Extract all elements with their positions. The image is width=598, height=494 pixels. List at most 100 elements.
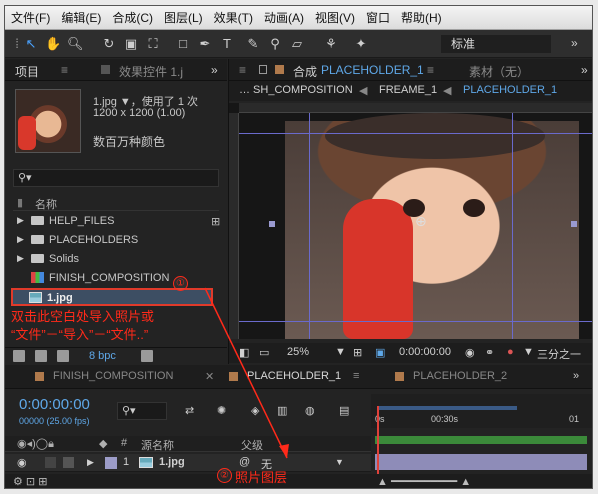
expand-icon[interactable]: ▶ bbox=[17, 215, 24, 226]
selection-tool-icon[interactable]: ↖ bbox=[23, 36, 39, 52]
motion-blur-icon[interactable]: ◍ bbox=[305, 404, 315, 417]
pen-tool-icon[interactable]: ✒ bbox=[197, 36, 213, 52]
tab-placeholder-2[interactable]: PLACEHOLDER_2 bbox=[395, 370, 507, 382]
close-icon[interactable]: ✕ bbox=[205, 370, 214, 383]
panel-menu-icon[interactable]: ≡ bbox=[353, 370, 359, 382]
composition-photo[interactable] bbox=[285, 113, 579, 339]
panel-menu-icon[interactable]: ≡ bbox=[239, 63, 246, 77]
zoom-tool-icon[interactable]: 🔍︎ bbox=[67, 36, 84, 52]
transform-handle[interactable] bbox=[269, 221, 275, 227]
show-snapshot-icon[interactable]: ⚭ bbox=[485, 346, 494, 359]
workspace-select[interactable]: 标准 bbox=[441, 35, 551, 53]
menu-edit[interactable]: 编辑(E) bbox=[61, 9, 101, 26]
project-item-solids[interactable]: ▶ Solids bbox=[13, 250, 213, 268]
eye-icon[interactable]: ◉ bbox=[17, 456, 27, 469]
panel-menu-icon[interactable]: ≡ bbox=[61, 63, 68, 77]
expand-icon[interactable]: ▶ bbox=[17, 253, 24, 264]
channel-icon[interactable]: ● bbox=[507, 346, 514, 358]
time-ruler[interactable]: 0s 00:30s 01 bbox=[371, 394, 592, 428]
col-source-name[interactable]: 源名称 bbox=[141, 437, 174, 453]
menu-view[interactable]: 视图(V) bbox=[315, 9, 355, 26]
zoom-select[interactable]: 25% bbox=[287, 346, 309, 358]
anchor-point-icon[interactable]: ⊕ bbox=[415, 213, 427, 230]
camera-tool-icon[interactable]: ▣ bbox=[123, 36, 139, 52]
puppet-pin-tool-icon[interactable]: ✦ bbox=[353, 36, 369, 52]
panel-menu-icon[interactable]: ≡ bbox=[427, 63, 434, 77]
interpret-footage-icon[interactable] bbox=[13, 350, 25, 362]
new-composition-icon[interactable] bbox=[57, 350, 69, 362]
menu-window[interactable]: 窗口 bbox=[366, 9, 390, 26]
comp-mini-flowchart-icon[interactable]: ⇄ bbox=[185, 404, 194, 417]
toolbar-overflow-icon[interactable]: » bbox=[571, 36, 578, 50]
crumb-finish-composition[interactable]: … SH_COMPOSITION bbox=[239, 84, 353, 96]
shy-layers-icon[interactable]: ◈ bbox=[251, 404, 259, 417]
resolution-select[interactable]: 三分之一 bbox=[537, 346, 581, 362]
text-tool-icon[interactable]: T bbox=[219, 36, 235, 52]
composition-viewer[interactable]: ⊕ bbox=[229, 103, 592, 339]
guide-line[interactable] bbox=[512, 113, 513, 339]
timeline-timecode[interactable]: 0:00:00:00 bbox=[19, 396, 90, 413]
crumb-freame-1[interactable]: FREAME_1 bbox=[379, 84, 437, 96]
tab-project[interactable]: 项目 bbox=[15, 63, 39, 80]
new-folder-icon[interactable] bbox=[35, 350, 47, 362]
col-parent[interactable]: 父级 bbox=[241, 437, 263, 453]
work-area-bar[interactable] bbox=[377, 406, 517, 410]
snapshot-icon[interactable]: ◉ bbox=[465, 346, 475, 359]
rotate-tool-icon[interactable]: ↻ bbox=[101, 36, 117, 52]
delete-icon[interactable] bbox=[141, 350, 153, 362]
roto-brush-tool-icon[interactable]: ⚘ bbox=[323, 36, 339, 52]
zoom-slider[interactable]: ▲ ━━━━━━━━━━ ▲ bbox=[377, 475, 471, 488]
av-features-icon[interactable]: ◉◂)◯🔒︎ bbox=[17, 437, 54, 451]
menu-composition[interactable]: 合成(C) bbox=[112, 9, 153, 26]
hand-tool-icon[interactable]: ✋ bbox=[45, 36, 61, 52]
layer-row[interactable]: ◉ ▶ 1 1.jpg @ 无 ▼ bbox=[5, 454, 371, 472]
tabs-overflow-icon[interactable]: » bbox=[573, 370, 579, 382]
timeline-search-input[interactable]: ⚲▾ bbox=[117, 402, 167, 420]
magnify-toggle-icon[interactable]: ◧ bbox=[239, 346, 249, 359]
project-search-input[interactable]: ⚲▾ bbox=[13, 169, 219, 187]
guide-line[interactable] bbox=[239, 321, 592, 322]
draft-3d-icon[interactable]: ✺ bbox=[217, 404, 226, 417]
tab-footage[interactable]: 素材（无） bbox=[469, 63, 529, 80]
tab-effect-controls[interactable]: 效果控件 1.j bbox=[119, 63, 183, 80]
label-icon[interactable]: ◆ bbox=[99, 437, 107, 450]
lock-icon[interactable] bbox=[259, 65, 267, 74]
layer-name[interactable]: 1.jpg bbox=[159, 456, 185, 468]
region-of-interest-icon[interactable]: ▣ bbox=[375, 346, 385, 359]
graph-editor-icon[interactable]: ▤ bbox=[339, 404, 349, 417]
guide-line[interactable] bbox=[309, 113, 310, 339]
label-color-swatch[interactable] bbox=[63, 457, 74, 468]
composition-tab-label[interactable]: 合成 bbox=[293, 63, 317, 80]
chevron-down-icon[interactable]: ▼ bbox=[523, 346, 534, 358]
guide-line[interactable] bbox=[239, 133, 592, 134]
tab-placeholder-1[interactable]: PLACEHOLDER_1 bbox=[321, 63, 424, 77]
chevron-down-icon[interactable]: ▼ bbox=[335, 346, 346, 358]
frame-blending-icon[interactable]: ▥ bbox=[277, 404, 287, 417]
clone-stamp-tool-icon[interactable]: ⚲ bbox=[267, 36, 283, 52]
tabs-overflow-icon[interactable]: » bbox=[581, 63, 588, 77]
viewer-timecode[interactable]: 0:00:00:00 bbox=[399, 346, 451, 358]
expand-icon[interactable]: ▶ bbox=[17, 234, 24, 245]
bit-depth[interactable]: 8 bpc bbox=[89, 350, 116, 362]
project-item-help-files[interactable]: ▶ HELP_FILES bbox=[13, 212, 213, 230]
layer-duration-bar[interactable] bbox=[375, 454, 587, 470]
project-item-1jpg[interactable]: 1.jpg bbox=[11, 288, 213, 306]
tabs-overflow-icon[interactable]: » bbox=[211, 63, 218, 77]
menu-animation[interactable]: 动画(A) bbox=[264, 9, 304, 26]
transform-handle[interactable] bbox=[571, 221, 577, 227]
menu-layer[interactable]: 图层(L) bbox=[164, 9, 203, 26]
flowchart-icon[interactable]: ⊞ bbox=[211, 215, 220, 228]
menu-effect[interactable]: 效果(T) bbox=[214, 9, 253, 26]
monitor-icon[interactable]: ▭ bbox=[259, 346, 269, 359]
col-number[interactable]: # bbox=[121, 437, 127, 449]
brush-tool-icon[interactable]: ✎ bbox=[245, 36, 261, 52]
rectangle-tool-icon[interactable]: □ bbox=[175, 36, 191, 52]
menu-help[interactable]: 帮助(H) bbox=[401, 9, 442, 26]
resolution-grid-icon[interactable]: ⊞ bbox=[353, 346, 362, 359]
project-item-placeholders[interactable]: ▶ PLACEHOLDERS bbox=[13, 231, 213, 249]
col-name[interactable]: 名称 bbox=[35, 196, 57, 212]
label-color-swatch[interactable] bbox=[105, 457, 117, 469]
tab-finish-composition[interactable]: FINISH_COMPOSITION bbox=[35, 370, 173, 382]
chevron-down-icon[interactable]: ▼ bbox=[335, 457, 344, 467]
layer-switches-icon[interactable]: ⚙︎ ⊡ ⊞ bbox=[13, 475, 47, 488]
